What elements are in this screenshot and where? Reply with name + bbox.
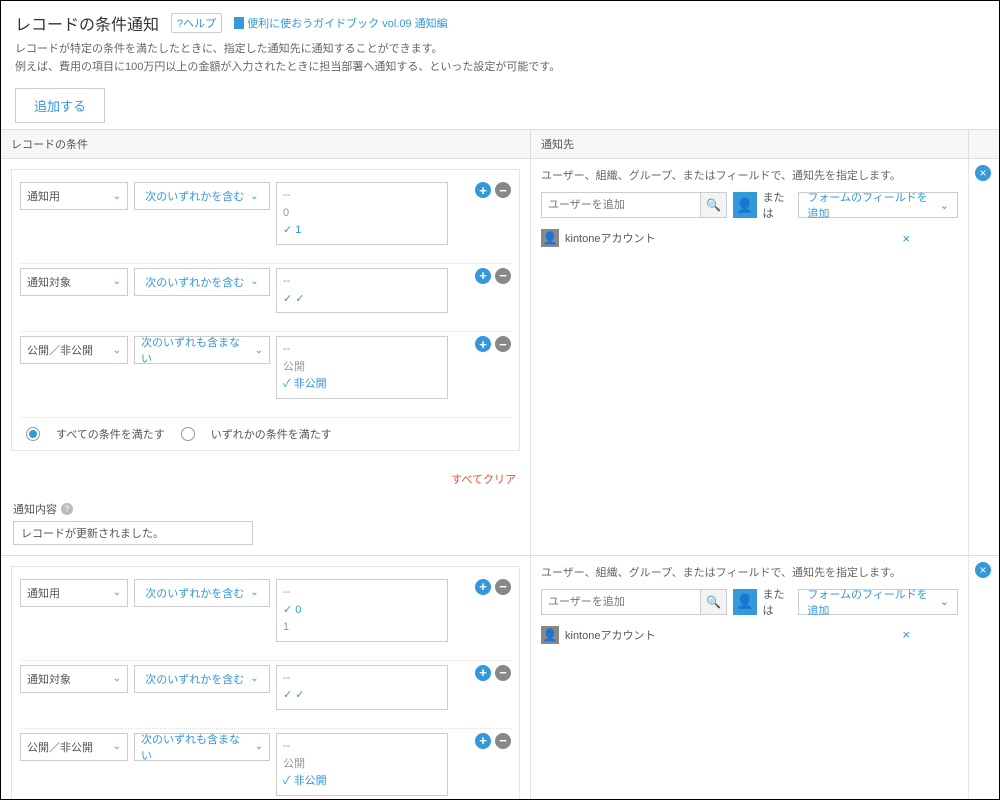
clear-all-link[interactable]: すべてクリア xyxy=(451,474,516,486)
add-form-field-button[interactable]: フォームのフィールドを追加⌄ xyxy=(798,192,958,218)
radio-all[interactable] xyxy=(26,427,40,441)
value-box[interactable]: --✓ xyxy=(276,665,448,710)
chevron-down-icon: ⌄ xyxy=(113,741,121,752)
value-box[interactable]: --公開非公開 xyxy=(276,336,448,399)
remove-condition-icon[interactable]: − xyxy=(495,733,511,749)
remove-recipient-icon[interactable]: × xyxy=(902,627,910,642)
column-conditions: レコードの条件 xyxy=(1,130,531,158)
user-picker-icon[interactable]: 👤 xyxy=(733,192,757,218)
condition-row: 通知用⌄ 次のいずれかを含む⌄ --01 + − xyxy=(20,178,511,264)
field-select[interactable]: 通知対象⌄ xyxy=(20,268,128,296)
operator-select[interactable]: 次のいずれも含まない⌄ xyxy=(134,733,270,761)
user-search-input[interactable] xyxy=(541,589,701,615)
recipient-name: kintoneアカウント xyxy=(565,627,655,643)
operator-select[interactable]: 次のいずれかを含む⌄ xyxy=(134,579,270,607)
add-condition-icon[interactable]: + xyxy=(475,579,491,595)
field-select[interactable]: 通知用⌄ xyxy=(20,182,128,210)
column-recipients: 通知先 xyxy=(531,130,969,158)
condition-row: 通知用⌄ 次のいずれかを含む⌄ --01 + − xyxy=(20,575,511,661)
radio-any-label: いずれかの条件を満たす xyxy=(211,426,332,442)
search-icon[interactable]: 🔍 xyxy=(701,589,727,615)
notify-content-label: 通知内容 ? xyxy=(1,493,530,521)
remove-condition-icon[interactable]: − xyxy=(495,665,511,681)
operator-select[interactable]: 次のいずれかを含む⌄ xyxy=(134,182,270,210)
add-condition-icon[interactable]: + xyxy=(475,733,491,749)
add-button[interactable]: 追加する xyxy=(15,88,105,123)
notification-row: 通知用⌄ 次のいずれかを含む⌄ --01 + − 通知対象⌄ 次のいずれかを含む… xyxy=(1,159,999,556)
field-select[interactable]: 公開／非公開⌄ xyxy=(20,336,128,364)
operator-select[interactable]: 次のいずれかを含む⌄ xyxy=(134,268,270,296)
add-condition-icon[interactable]: + xyxy=(475,268,491,284)
remove-condition-icon[interactable]: − xyxy=(495,182,511,198)
avatar-icon: 👤 xyxy=(541,229,559,247)
chevron-down-icon: ⌄ xyxy=(113,191,121,202)
radio-any[interactable] xyxy=(181,427,195,441)
add-condition-icon[interactable]: + xyxy=(475,336,491,352)
remove-condition-icon[interactable]: − xyxy=(495,579,511,595)
remove-condition-icon[interactable]: − xyxy=(495,268,511,284)
remove-recipient-icon[interactable]: × xyxy=(902,231,910,246)
add-condition-icon[interactable]: + xyxy=(475,182,491,198)
recipients-desc: ユーザー、組織、グループ、またはフィールドで、通知先を指定します。 xyxy=(531,159,968,189)
condition-row: 公開／非公開⌄ 次のいずれも含まない⌄ --公開非公開 + − xyxy=(20,332,511,418)
operator-select[interactable]: 次のいずれかを含む⌄ xyxy=(134,665,270,693)
delete-row-icon[interactable]: × xyxy=(975,562,991,578)
notify-content-input[interactable] xyxy=(13,521,253,545)
or-label: または xyxy=(763,586,793,618)
table-header: レコードの条件 通知先 xyxy=(1,130,999,159)
chevron-down-icon: ⌄ xyxy=(250,276,258,287)
field-select[interactable]: 通知対象⌄ xyxy=(20,665,128,693)
conditions-panel: 通知用⌄ 次のいずれかを含む⌄ --01 + − 通知対象⌄ 次のいずれかを含む… xyxy=(11,566,520,800)
help-icon[interactable]: ? xyxy=(61,503,73,515)
page-description: レコードが特定の条件を満たしたときに、指定した通知先に通知することができます。 … xyxy=(15,41,985,76)
recipient-item: 👤 kintoneアカウント × xyxy=(531,221,968,255)
value-box[interactable]: --公開非公開 xyxy=(276,733,448,796)
condition-row: 通知対象⌄ 次のいずれかを含む⌄ --✓ + − xyxy=(20,264,511,332)
add-condition-icon[interactable]: + xyxy=(475,665,491,681)
remove-condition-icon[interactable]: − xyxy=(495,336,511,352)
chevron-down-icon: ⌄ xyxy=(255,741,263,752)
chevron-down-icon: ⌄ xyxy=(250,191,258,202)
delete-row-icon[interactable]: × xyxy=(975,165,991,181)
notification-row: 通知用⌄ 次のいずれかを含む⌄ --01 + − 通知対象⌄ 次のいずれかを含む… xyxy=(1,556,999,800)
operator-select[interactable]: 次のいずれも含まない⌄ xyxy=(134,336,270,364)
value-box[interactable]: --01 xyxy=(276,182,448,245)
help-link[interactable]: ?ヘルプ xyxy=(171,13,222,33)
guidebook-link[interactable]: 便利に使おうガイドブック vol.09 通知編 xyxy=(234,15,447,31)
chevron-down-icon: ⌄ xyxy=(250,673,258,684)
chevron-down-icon: ⌄ xyxy=(250,587,258,598)
chevron-down-icon: ⌄ xyxy=(113,673,121,684)
or-label: または xyxy=(763,189,793,221)
chevron-down-icon: ⌄ xyxy=(113,345,121,356)
chevron-down-icon: ⌄ xyxy=(940,199,949,212)
recipients-desc: ユーザー、組織、グループ、またはフィールドで、通知先を指定します。 xyxy=(531,556,968,586)
page-title: レコードの条件通知 xyxy=(15,11,159,35)
chevron-down-icon: ⌄ xyxy=(113,587,121,598)
conditions-panel: 通知用⌄ 次のいずれかを含む⌄ --01 + − 通知対象⌄ 次のいずれかを含む… xyxy=(11,169,520,451)
value-box[interactable]: --✓ xyxy=(276,268,448,313)
condition-row: 通知対象⌄ 次のいずれかを含む⌄ --✓ + − xyxy=(20,661,511,729)
search-icon[interactable]: 🔍 xyxy=(701,192,727,218)
chevron-down-icon: ⌄ xyxy=(940,595,949,608)
user-picker-icon[interactable]: 👤 xyxy=(733,589,757,615)
user-search-input[interactable] xyxy=(541,192,701,218)
chevron-down-icon: ⌄ xyxy=(113,276,121,287)
field-select[interactable]: 公開／非公開⌄ xyxy=(20,733,128,761)
condition-row: 公開／非公開⌄ 次のいずれも含まない⌄ --公開非公開 + − xyxy=(20,729,511,800)
field-select[interactable]: 通知用⌄ xyxy=(20,579,128,607)
add-form-field-button[interactable]: フォームのフィールドを追加⌄ xyxy=(798,589,958,615)
recipient-name: kintoneアカウント xyxy=(565,230,655,246)
value-box[interactable]: --01 xyxy=(276,579,448,642)
guidebook-text: 便利に使おうガイドブック vol.09 通知編 xyxy=(247,15,447,31)
book-icon xyxy=(234,17,244,29)
radio-all-label: すべての条件を満たす xyxy=(56,426,165,442)
avatar-icon: 👤 xyxy=(541,626,559,644)
chevron-down-icon: ⌄ xyxy=(255,345,263,356)
recipient-item: 👤 kintoneアカウント × xyxy=(531,618,968,652)
